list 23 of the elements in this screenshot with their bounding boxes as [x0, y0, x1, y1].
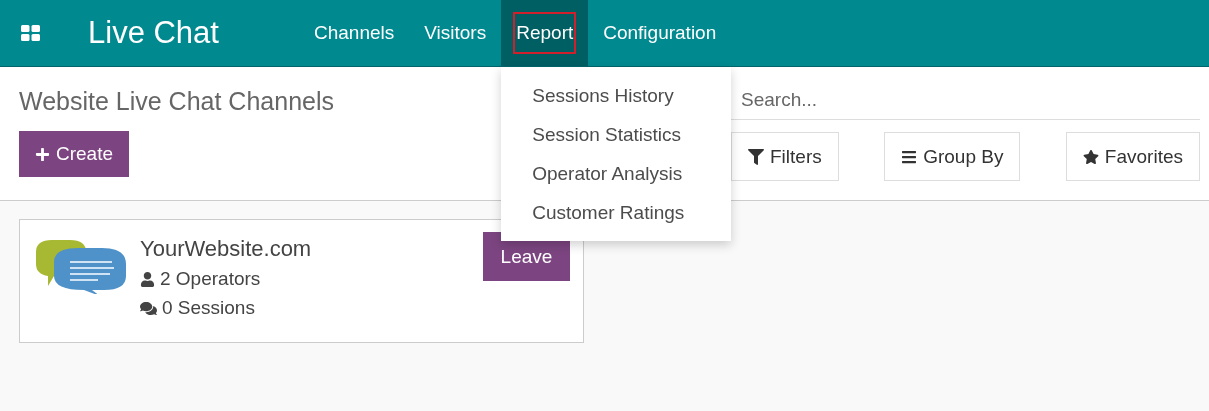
app-title: Live Chat — [88, 14, 219, 52]
menu-tab[interactable]: Configuration — [588, 0, 732, 66]
dropdown-item[interactable]: Customer Ratings — [501, 194, 732, 233]
star-icon — [1082, 148, 1099, 165]
filter-button[interactable]: Filters — [731, 132, 839, 181]
user-icon — [140, 271, 155, 287]
page-title: Website Live Chat Channels — [19, 87, 334, 116]
operators-count: 2 Operators — [140, 268, 483, 290]
menu-tab[interactable]: Report — [501, 0, 589, 66]
filter-button[interactable]: Favorites — [1065, 132, 1200, 181]
create-button[interactable]: Create — [19, 131, 130, 177]
filter-button[interactable]: Group By — [884, 132, 1021, 181]
channel-name: YourWebsite.com — [140, 236, 313, 262]
sessions-count: 0 Sessions — [140, 297, 483, 319]
menu-tab[interactable]: Channels — [298, 0, 410, 66]
apps-menu-icon[interactable] — [20, 25, 40, 41]
dropdown-item[interactable]: Sessions History — [501, 77, 732, 116]
dropdown-item[interactable]: Session Statistics — [501, 116, 732, 155]
dropdown-item[interactable]: Operator Analysis — [501, 155, 732, 194]
comments-icon — [140, 299, 157, 317]
filter-icon — [748, 148, 764, 165]
menu-tab[interactable]: Visitors — [409, 0, 502, 66]
plus-icon — [35, 146, 50, 162]
